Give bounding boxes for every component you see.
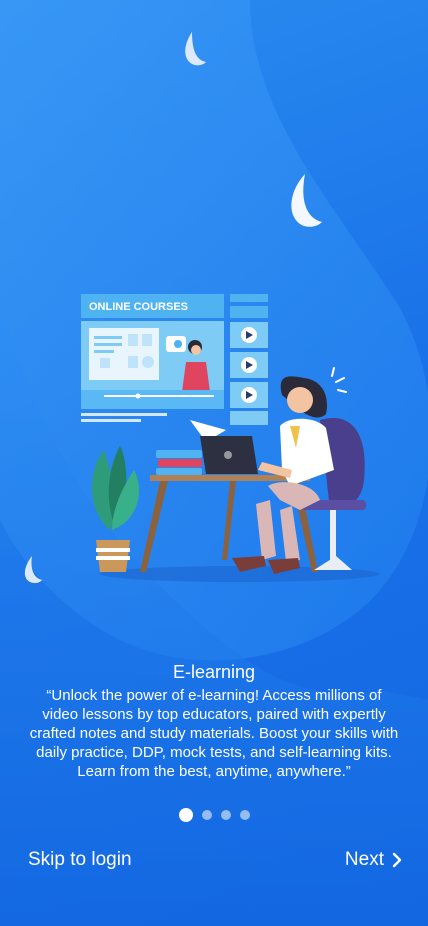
onboarding-illustration: ONLINE COURSES <box>0 0 428 926</box>
pagination-dot <box>178 808 193 822</box>
pagination-dot <box>220 810 231 820</box>
skip-to-login-button[interactable]: Skip to login <box>28 849 132 871</box>
onboarding-description: “Unlock the power of e-learning! Access … <box>29 687 399 780</box>
pagination-dots <box>0 808 428 822</box>
onboarding-title: E-learning <box>172 662 256 682</box>
next-button[interactable]: Next <box>345 849 402 871</box>
chevron-right-icon <box>392 852 402 868</box>
pagination-dot <box>239 810 250 820</box>
pagination-dot <box>201 810 212 820</box>
banner-text: ONLINE COURSES <box>89 301 188 313</box>
next-label: Next <box>344 849 384 870</box>
